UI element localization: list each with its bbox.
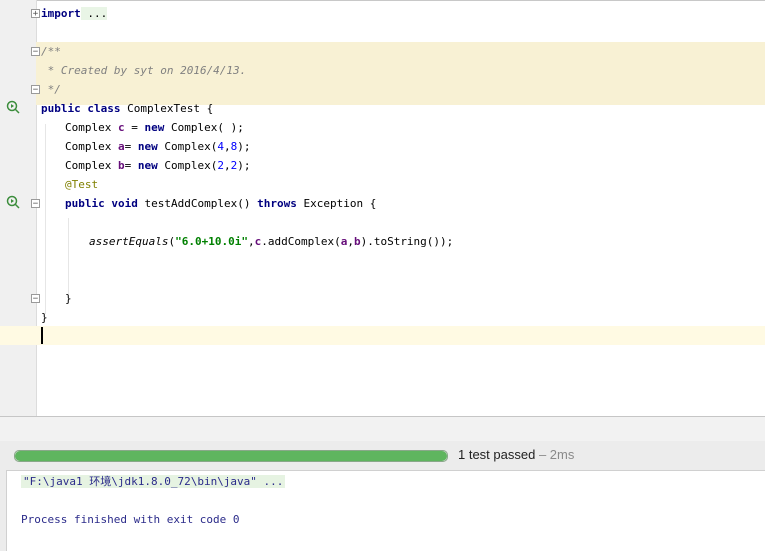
console-command-line[interactable]: "F:\java1 环境\jdk1.8.0_72\bin\java" ...: [21, 473, 286, 490]
punct: );: [237, 140, 251, 153]
field-b[interactable]: Complex b= new Complex(2,2);: [65, 156, 250, 175]
class-close: }: [41, 311, 48, 324]
number: 4: [217, 140, 224, 153]
keyword: public: [41, 102, 81, 115]
expand-fold-icon[interactable]: +: [31, 9, 40, 19]
type: Complex: [65, 159, 118, 172]
run-test-icon[interactable]: [6, 100, 20, 114]
operator: =: [124, 140, 138, 153]
keyword: void: [111, 197, 138, 210]
test-status: 1 test passed – 2ms: [458, 447, 574, 462]
collapse-fold-icon[interactable]: −: [31, 294, 40, 304]
method-declaration[interactable]: public void testAddComplex() throws Exce…: [65, 194, 376, 213]
test-status-text: 1 test passed: [458, 447, 536, 462]
indent-guide: [45, 124, 46, 314]
variable: b: [353, 235, 361, 248]
punct: ,: [223, 159, 231, 172]
class-declaration[interactable]: public class ComplexTest {: [41, 99, 213, 118]
comment-body: * Created by syt on 2016/4/13.: [41, 64, 247, 77]
folded-region[interactable]: ...: [80, 7, 108, 20]
console-toolbar: [0, 470, 7, 551]
type: Complex: [65, 121, 118, 134]
collapse-fold-icon[interactable]: −: [31, 47, 40, 57]
run-test-icon[interactable]: [6, 195, 20, 209]
import-line[interactable]: import ...: [41, 4, 108, 23]
field-c[interactable]: Complex c = new Complex( );: [65, 118, 244, 137]
keyword: new: [144, 121, 165, 134]
keyword: class: [87, 102, 121, 115]
collapse-fold-icon[interactable]: −: [31, 85, 40, 95]
exception: Exception {: [296, 197, 377, 210]
keyword: public: [65, 197, 105, 210]
collapse-fold-icon[interactable]: −: [31, 199, 40, 209]
punct: ,: [347, 235, 354, 248]
keyword: import: [41, 7, 81, 20]
comment-close: */: [41, 83, 61, 96]
constructor: Complex(: [157, 159, 218, 172]
method-call: .addComplex(: [261, 235, 341, 248]
punct: ).toString());: [360, 235, 454, 248]
test-annotation[interactable]: @Test: [65, 175, 98, 194]
console-exit-line: Process finished with exit code 0: [21, 513, 240, 526]
variable: b: [117, 159, 125, 172]
operator: =: [124, 159, 138, 172]
variable: a: [117, 140, 125, 153]
constructor: Complex(: [157, 140, 218, 153]
test-duration: – 2ms: [535, 447, 575, 462]
current-line-highlight: [0, 326, 765, 345]
keyword: new: [137, 140, 158, 153]
class-name: ComplexTest {: [120, 102, 214, 115]
text-caret: [41, 327, 43, 344]
panel-splitter[interactable]: [0, 416, 765, 442]
punct: ,: [223, 140, 231, 153]
assert-line[interactable]: assertEquals("6.0+10.0i",c.addComplex(a,…: [89, 232, 453, 251]
punct: ,: [247, 235, 255, 248]
keyword: throws: [257, 197, 297, 210]
punct: );: [237, 159, 251, 172]
operator: =: [124, 121, 145, 134]
type: Complex: [65, 140, 118, 153]
keyword: new: [137, 159, 158, 172]
editor-top-border: [0, 0, 765, 1]
method-close: }: [65, 292, 72, 305]
comment-open: /**: [41, 45, 61, 58]
indent-guide: [68, 218, 69, 294]
method-call: assertEquals: [89, 235, 169, 248]
test-progress-fill: [15, 451, 447, 461]
console-command[interactable]: "F:\java1 环境\jdk1.8.0_72\bin\java" ...: [21, 475, 286, 488]
string-literal: "6.0+10.0i": [175, 235, 248, 248]
field-a[interactable]: Complex a= new Complex(4,8);: [65, 137, 250, 156]
number: 2: [217, 159, 224, 172]
code-editor[interactable]: + − − − − import ... /** * Created by sy…: [0, 0, 765, 416]
constructor: Complex( );: [164, 121, 244, 134]
variable: c: [117, 121, 125, 134]
method-name: testAddComplex(): [137, 197, 258, 210]
test-progress-bar: [14, 450, 448, 462]
